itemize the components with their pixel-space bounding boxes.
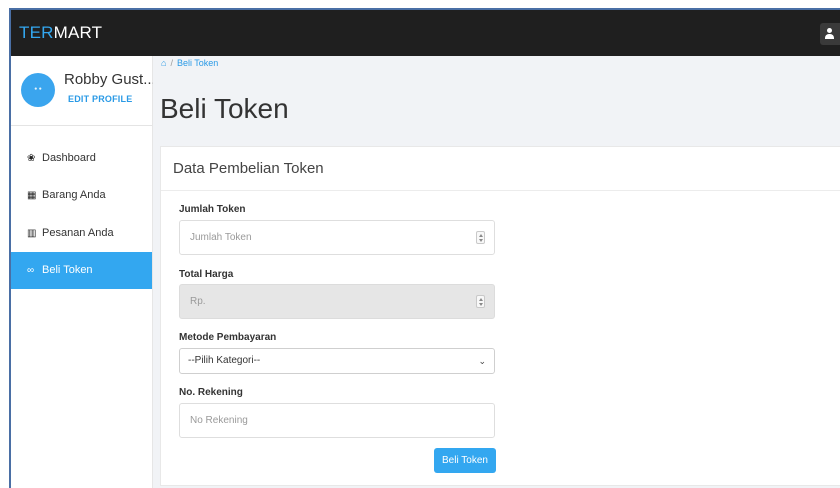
sidebar-item-pesanan[interactable]: ▥ Pesanan Anda [11,215,152,252]
user-icon-body [825,34,834,39]
profile-name: Robby Gust... [64,71,156,88]
no-rekening-label: No. Rekening [179,387,243,398]
sidebar-item-label: Barang Anda [42,189,106,201]
bar-chart-icon: ▥ [27,228,37,239]
user-icon [827,28,832,33]
sidebar-item-label: Dashboard [42,152,96,164]
brand-logo[interactable]: TERMART [19,23,102,43]
no-rekening-placeholder: No Rekening [190,415,248,426]
jumlah-token-placeholder: Jumlah Token [190,232,252,243]
total-harga-placeholder: Rp. [190,296,206,307]
total-harga-input: Rp. [179,284,495,319]
top-navbar: TERMART [11,10,840,56]
card-title: Data Pembelian Token [173,160,324,177]
metode-selected-value: --Pilih Kategori-- [188,355,261,366]
token-purchase-card: Data Pembelian Token Jumlah Token Jumlah… [160,146,840,486]
breadcrumb-current[interactable]: Beli Token [177,58,218,68]
edit-profile-link[interactable]: EDIT PROFILE [68,94,132,104]
no-rekening-input[interactable]: No Rekening [179,403,495,438]
page-title: Beli Token [160,93,289,124]
sidebar-item-label: Beli Token [42,264,93,276]
main-content: ⌂ / Beli Token Beli Token Data Pembelian T… [153,56,840,488]
sidebar: ● ● Robby Gust... EDIT PROFILE ❀ Dashboar… [11,56,156,488]
chevron-down-icon: ⌄ [478,356,486,366]
token-icon: ∞ [27,265,35,276]
card-header: Data Pembelian Token [161,147,840,191]
metode-pembayaran-label: Metode Pembayaran [179,332,277,343]
beli-token-button[interactable]: Beli Token [434,448,496,473]
jumlah-token-input[interactable]: Jumlah Token [179,220,495,255]
sidebar-item-beli-token[interactable]: ∞ Beli Token [11,252,152,289]
jumlah-token-label: Jumlah Token [179,204,246,215]
sidebar-item-barang[interactable]: ▦ Barang Anda [11,177,152,214]
calendar-icon: ▦ [27,190,37,201]
user-icon: ● ● [34,86,42,92]
avatar[interactable]: ● ● [21,73,55,107]
breadcrumb-separator: / [170,58,173,68]
metode-pembayaran-select[interactable]: --Pilih Kategori-- ⌄ [179,348,495,374]
breadcrumb: ⌂ / Beli Token [161,58,218,68]
sidebar-item-label: Pesanan Anda [42,227,114,239]
number-spinner-icon[interactable] [476,231,485,244]
total-harga-label: Total Harga [179,269,234,280]
number-spinner-icon [476,295,485,308]
home-icon[interactable]: ⌂ [161,58,166,68]
dashboard-icon: ❀ [27,153,36,164]
brand-part-1: TER [19,23,54,42]
profile-panel: ● ● Robby Gust... EDIT PROFILE [11,56,156,126]
brand-part-2: MART [53,23,103,42]
user-menu-button[interactable] [820,23,840,45]
sidebar-item-dashboard[interactable]: ❀ Dashboard [11,140,152,177]
